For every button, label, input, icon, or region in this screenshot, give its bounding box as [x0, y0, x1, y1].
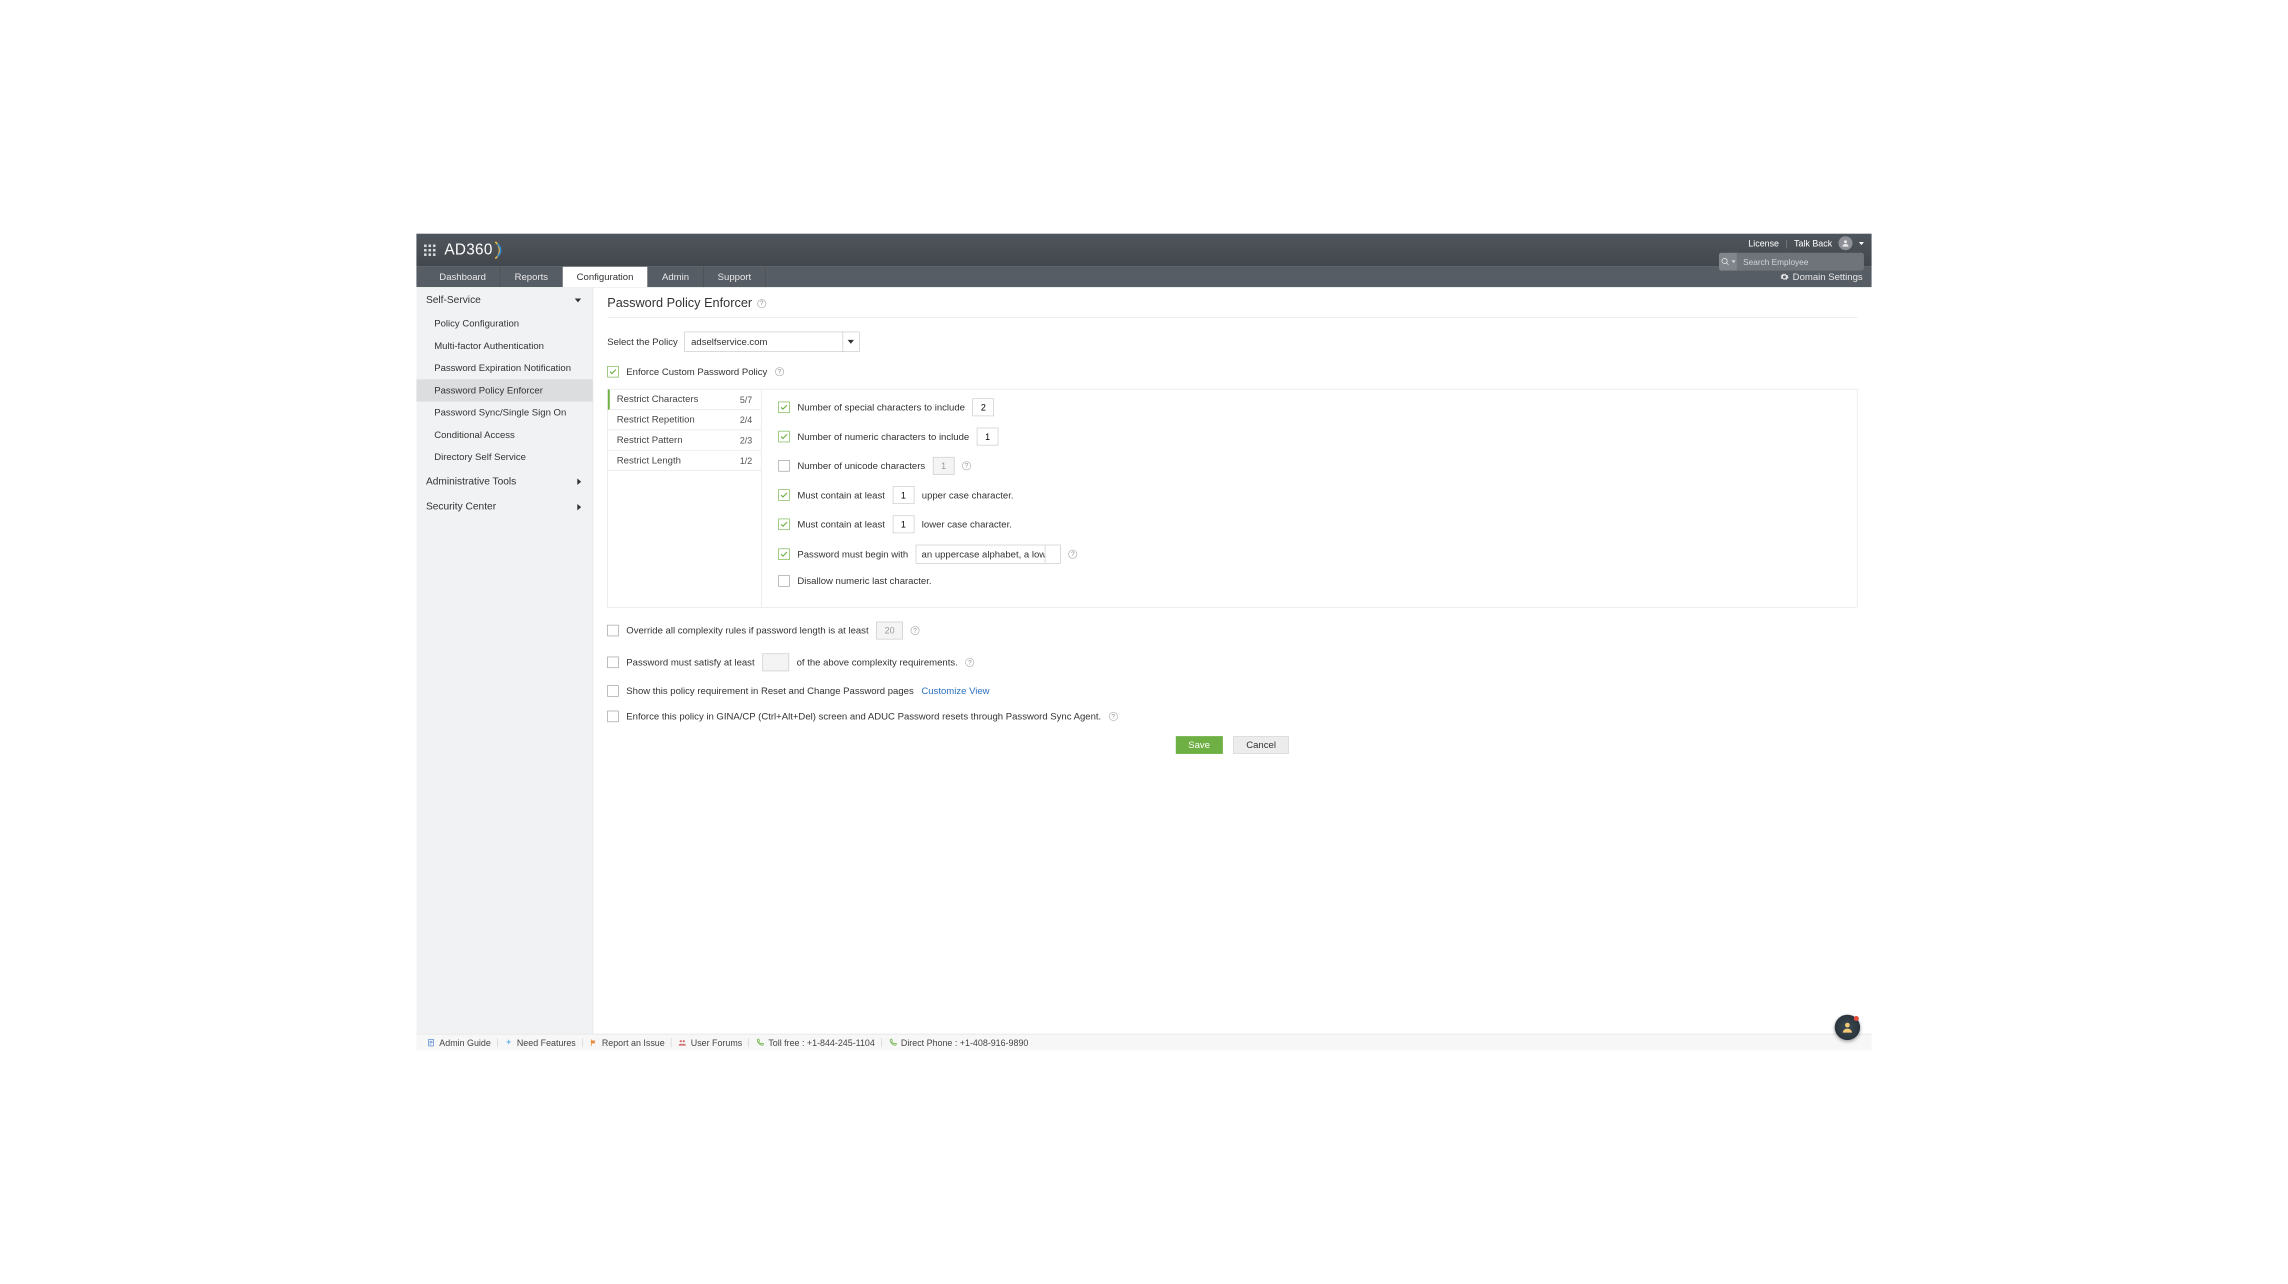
chevron-down-icon	[1045, 545, 1060, 564]
special-chars-checkbox[interactable]	[778, 402, 789, 413]
override-length-input[interactable]	[876, 622, 903, 640]
help-icon[interactable]: ?	[962, 461, 971, 470]
sidebar-item-directory-self-service[interactable]: Directory Self Service	[416, 446, 592, 468]
footer-user-forums[interactable]: User Forums	[678, 1037, 742, 1047]
sparkle-icon	[504, 1038, 513, 1047]
sidebar-item-mfa[interactable]: Multi-factor Authentication	[416, 335, 592, 357]
begin-with-select[interactable]: an uppercase alphabet, a lowe	[916, 545, 1061, 564]
phone-icon	[888, 1038, 897, 1047]
policy-select[interactable]: adselfservice.com	[684, 332, 860, 352]
satisfy-at-least-checkbox[interactable]	[607, 657, 618, 668]
chevron-down-icon	[842, 332, 859, 352]
uppercase-prefix-label: Must contain at least	[797, 490, 884, 501]
numeric-chars-input[interactable]	[977, 428, 999, 446]
sidebar-group-security-center[interactable]: Security Center	[416, 494, 592, 519]
tab-dashboard[interactable]: Dashboard	[425, 267, 500, 287]
chat-avatar-button[interactable]	[1835, 1015, 1860, 1040]
users-icon	[678, 1038, 687, 1047]
tab-admin[interactable]: Admin	[648, 267, 704, 287]
user-menu-caret-icon[interactable]	[1859, 242, 1864, 245]
flag-icon	[589, 1038, 598, 1047]
help-icon[interactable]: ?	[1068, 550, 1077, 559]
rules-tab-restrict-length[interactable]: Restrict Length 1/2	[608, 451, 761, 471]
sidebar-group-self-service[interactable]: Self-Service	[416, 287, 592, 312]
help-icon[interactable]: ?	[1109, 712, 1118, 721]
enforce-gina-label: Enforce this policy in GINA/CP (Ctrl+Alt…	[626, 711, 1101, 722]
tab-support[interactable]: Support	[704, 267, 766, 287]
disallow-numeric-last-label: Disallow numeric last character.	[797, 576, 931, 587]
apps-icon[interactable]	[424, 245, 435, 256]
license-link[interactable]: License	[1748, 238, 1779, 248]
special-chars-label: Number of special characters to include	[797, 402, 965, 413]
chevron-down-icon	[575, 299, 581, 303]
override-length-checkbox[interactable]	[607, 625, 618, 636]
footer-need-features[interactable]: Need Features	[504, 1037, 576, 1047]
phone-icon	[756, 1038, 765, 1047]
uppercase-suffix-label: upper case character.	[922, 490, 1014, 501]
select-policy-label: Select the Policy	[607, 336, 678, 347]
lowercase-input[interactable]	[893, 515, 915, 533]
uppercase-checkbox[interactable]	[778, 489, 789, 500]
override-length-label: Override all complexity rules if passwor…	[626, 625, 868, 636]
gear-icon	[1780, 272, 1789, 281]
unicode-chars-checkbox[interactable]	[778, 460, 789, 471]
tab-reports[interactable]: Reports	[501, 267, 563, 287]
cancel-button[interactable]: Cancel	[1233, 736, 1289, 754]
save-button[interactable]: Save	[1176, 736, 1223, 754]
talk-back-link[interactable]: Talk Back	[1794, 238, 1832, 248]
rules-tab-restrict-pattern[interactable]: Restrict Pattern 2/3	[608, 430, 761, 450]
numeric-chars-label: Number of numeric characters to include	[797, 431, 969, 442]
sidebar-item-password-policy-enforcer[interactable]: Password Policy Enforcer	[416, 379, 592, 401]
unicode-chars-label: Number of unicode characters	[797, 460, 925, 471]
help-icon[interactable]: ?	[775, 367, 784, 376]
help-icon[interactable]: ?	[965, 658, 974, 667]
search-input[interactable]	[1737, 253, 1864, 271]
show-policy-checkbox[interactable]	[607, 685, 618, 696]
sidebar-item-password-sync-sso[interactable]: Password Sync/Single Sign On	[416, 402, 592, 424]
begin-with-label: Password must begin with	[797, 549, 908, 560]
chevron-right-icon	[577, 479, 581, 485]
lowercase-checkbox[interactable]	[778, 519, 789, 530]
chevron-right-icon	[577, 504, 581, 510]
help-icon[interactable]: ?	[911, 626, 920, 635]
sidebar-item-policy-configuration[interactable]: Policy Configuration	[416, 313, 592, 335]
satisfy-suffix-label: of the above complexity requirements.	[797, 657, 958, 668]
sidebar-item-password-expiration[interactable]: Password Expiration Notification	[416, 357, 592, 379]
lowercase-prefix-label: Must contain at least	[797, 519, 884, 530]
footer-admin-guide[interactable]: Admin Guide	[427, 1037, 491, 1047]
satisfy-prefix-label: Password must satisfy at least	[626, 657, 754, 668]
tab-configuration[interactable]: Configuration	[563, 267, 648, 287]
logo-text: AD360	[444, 241, 492, 259]
lowercase-suffix-label: lower case character.	[922, 519, 1012, 530]
uppercase-input[interactable]	[893, 486, 915, 504]
user-avatar-icon[interactable]	[1839, 236, 1853, 250]
rules-tab-restrict-characters[interactable]: Restrict Characters 5/7	[608, 390, 761, 410]
begin-with-checkbox[interactable]	[778, 549, 789, 560]
footer-direct-phone: Direct Phone : +1-408-916-9890	[888, 1037, 1028, 1047]
help-icon[interactable]: ?	[757, 299, 766, 308]
show-policy-label: Show this policy requirement in Reset an…	[626, 686, 913, 697]
customize-view-link[interactable]: Customize View	[921, 686, 989, 697]
sidebar-group-admin-tools[interactable]: Administrative Tools	[416, 468, 592, 493]
enforce-gina-checkbox[interactable]	[607, 711, 618, 722]
disallow-numeric-last-checkbox[interactable]	[778, 575, 789, 586]
search-box[interactable]	[1719, 253, 1864, 271]
unicode-chars-input[interactable]	[933, 457, 955, 475]
search-icon[interactable]	[1719, 253, 1737, 271]
page-title: Password Policy Enforcer ?	[607, 296, 1857, 318]
domain-settings-label: Domain Settings	[1793, 272, 1863, 283]
sidebar-item-conditional-access[interactable]: Conditional Access	[416, 424, 592, 446]
special-chars-input[interactable]	[973, 398, 995, 416]
product-logo: AD360	[444, 239, 506, 261]
satisfy-at-least-input[interactable]	[762, 653, 789, 671]
enforce-custom-policy-label: Enforce Custom Password Policy	[626, 366, 767, 377]
rules-tab-restrict-repetition[interactable]: Restrict Repetition 2/4	[608, 410, 761, 430]
footer-report-issue[interactable]: Report an Issue	[589, 1037, 665, 1047]
document-icon	[427, 1038, 436, 1047]
numeric-chars-checkbox[interactable]	[778, 431, 789, 442]
footer-toll-free: Toll free : +1-844-245-1104	[756, 1037, 875, 1047]
enforce-custom-policy-checkbox[interactable]	[607, 366, 618, 377]
